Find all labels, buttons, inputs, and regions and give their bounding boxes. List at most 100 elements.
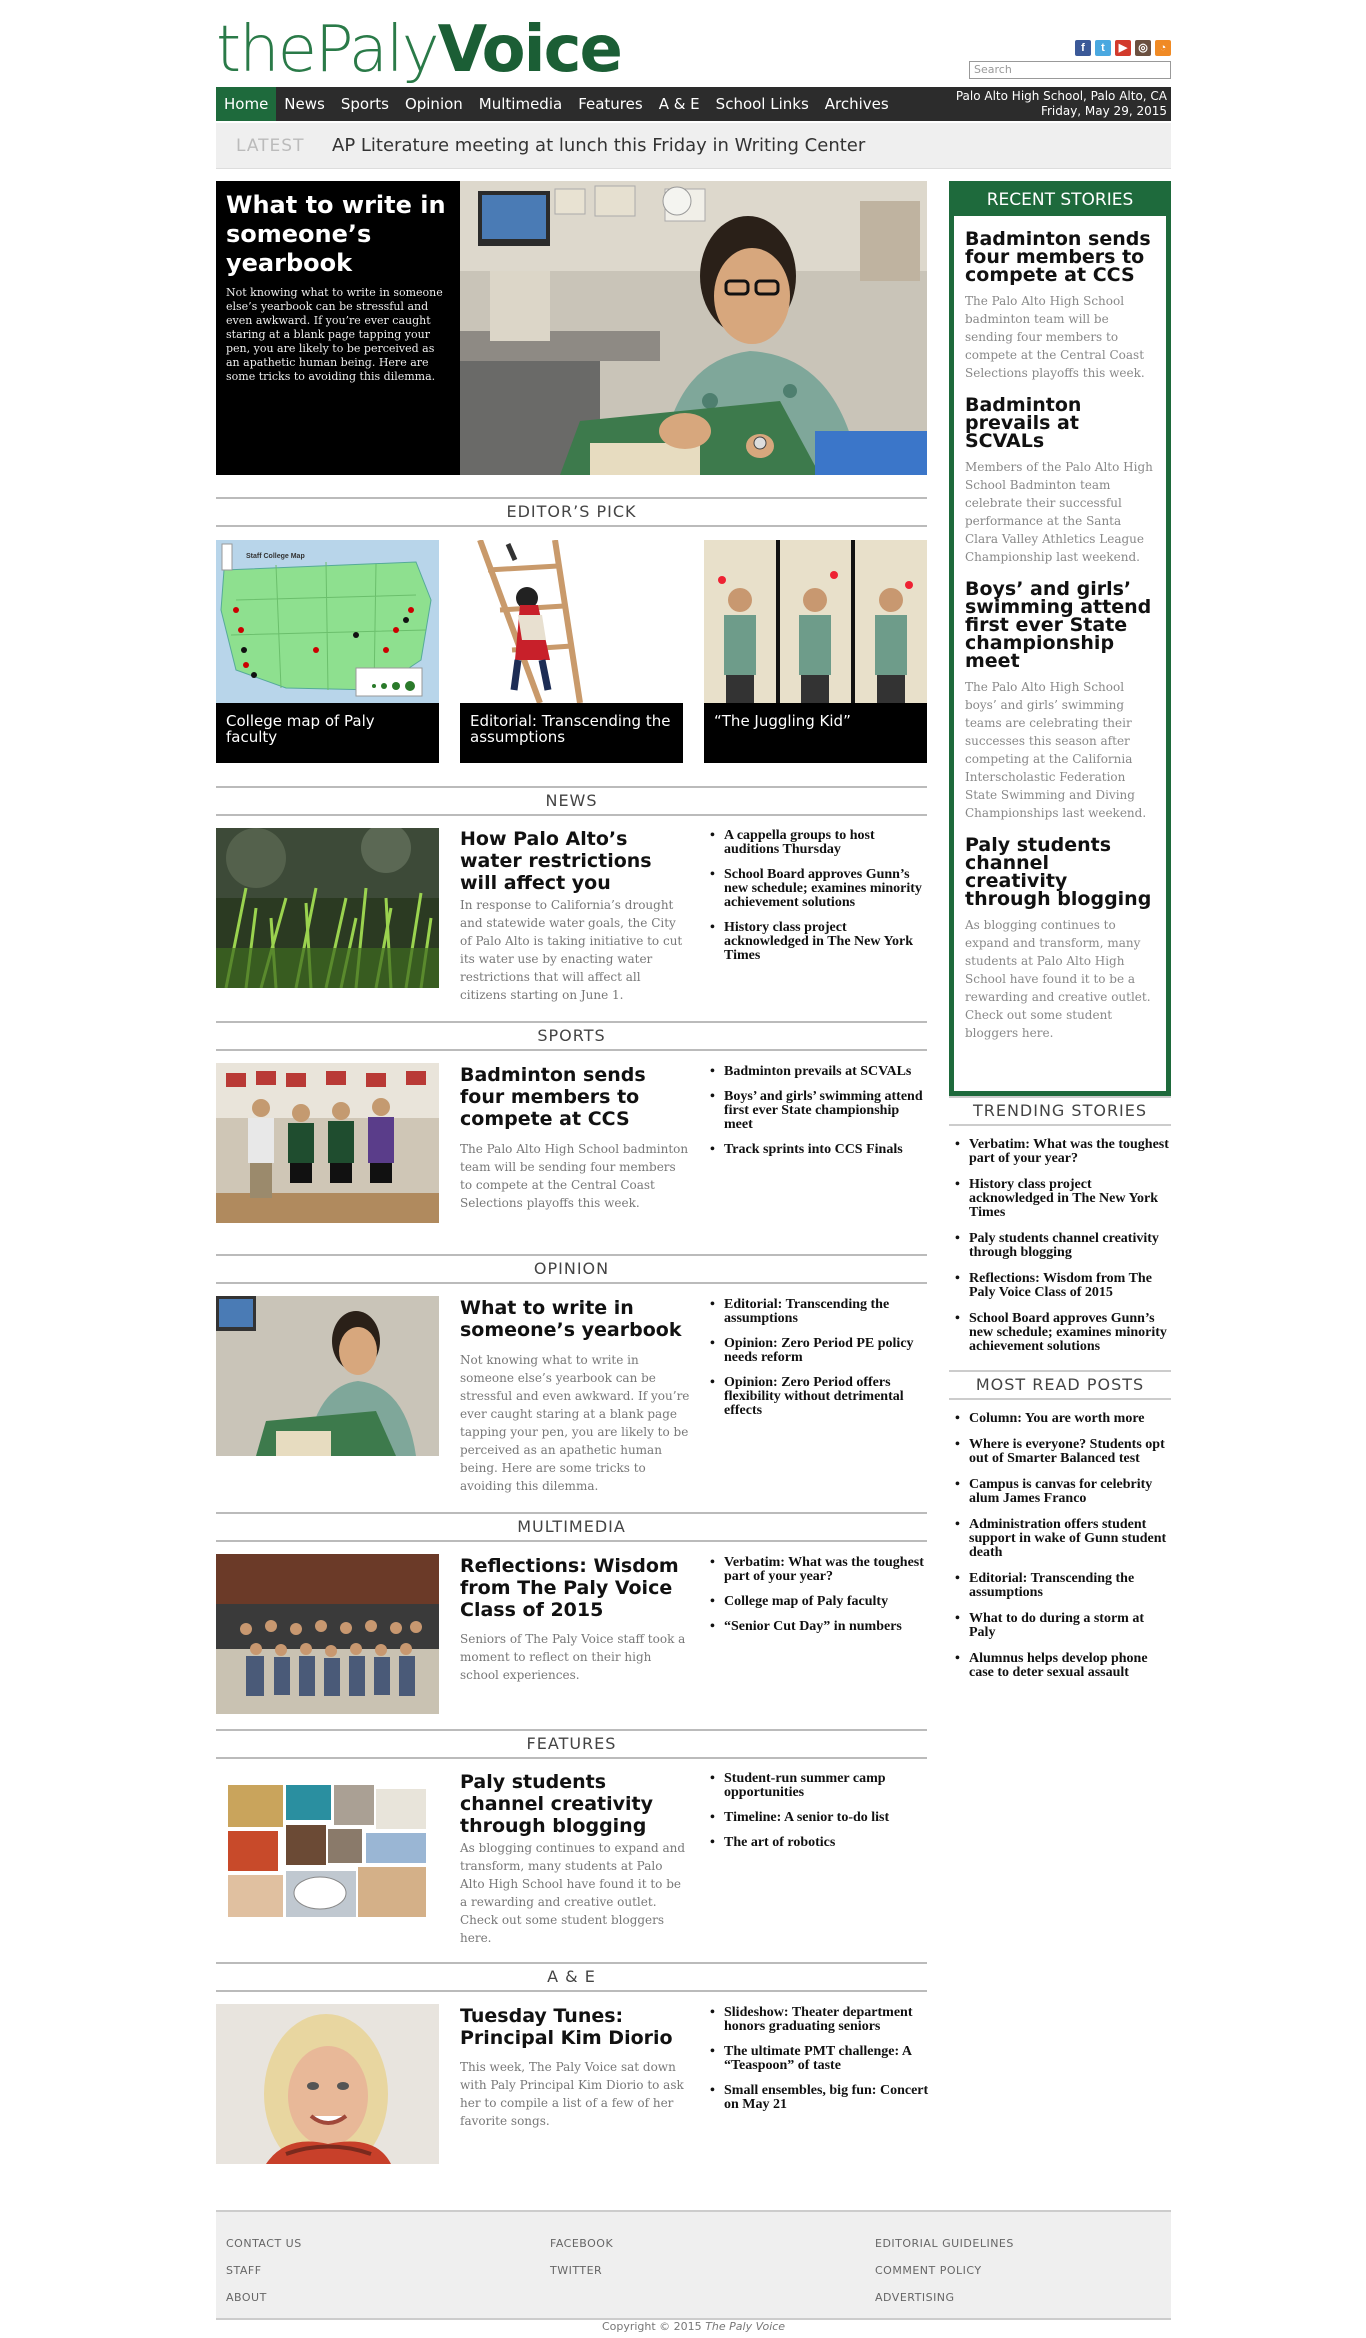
copyright-prefix: Copyright © 2015 <box>601 2320 702 2333</box>
trending-list: Verbatim: What was the toughest part of … <box>949 1138 1171 1366</box>
dateline: Palo Alto High School, Palo Alto, CA Fri… <box>956 89 1167 119</box>
multimedia-link[interactable]: “Senior Cut Day” in numbers <box>706 1620 931 1635</box>
opinion-link[interactable]: Opinion: Zero Period offers flexibility … <box>706 1376 931 1418</box>
pick-caption[interactable]: Editorial: Transcending the assumptions <box>460 703 683 763</box>
pick-card-editorial[interactable]: Editorial: Transcending the assumptions <box>460 540 683 763</box>
ae-link[interactable]: The ultimate PMT challenge: A “Teaspoon”… <box>706 2045 931 2073</box>
sports-title[interactable]: Badminton sends four members to compete … <box>460 1064 690 1130</box>
ae-photo[interactable] <box>216 2004 439 2164</box>
facebook-icon[interactable]: f <box>1075 40 1091 56</box>
most-read-item[interactable]: What to do during a storm at Paly <box>949 1612 1171 1640</box>
recent-story[interactable]: Badminton prevails at SCVALs Members of … <box>954 396 1166 566</box>
site-logo[interactable]: thePalyVoice <box>216 13 623 87</box>
rss-icon[interactable]: ◔ <box>1155 40 1171 56</box>
search-input[interactable]: Search <box>969 61 1171 79</box>
footer-link-comment-policy[interactable]: COMMENT POLICY <box>875 2257 1014 2284</box>
footer-link-twitter[interactable]: TWITTER <box>550 2257 613 2284</box>
pick-card-juggling-kid[interactable]: “The Juggling Kid” <box>704 540 927 763</box>
ae-links: Slideshow: Theater department honors gra… <box>706 2006 931 2123</box>
features-photo[interactable] <box>216 1781 439 1921</box>
footer-link-contact[interactable]: CONTACT US <box>226 2230 302 2257</box>
trending-item[interactable]: History class project acknowledged in Th… <box>949 1178 1171 1220</box>
recent-story[interactable]: Paly students channel creativity through… <box>954 836 1166 1042</box>
logo-bold-text: Voice <box>437 13 623 87</box>
recent-story-title[interactable]: Badminton prevails at SCVALs <box>965 396 1155 451</box>
multimedia-link[interactable]: College map of Paly faculty <box>706 1595 931 1610</box>
latest-headline[interactable]: AP Literature meeting at lunch this Frid… <box>332 135 865 156</box>
sports-heading: SPORTS <box>216 1021 927 1051</box>
nav-news[interactable]: News <box>276 87 333 121</box>
features-link[interactable]: The art of robotics <box>706 1836 931 1851</box>
trending-item[interactable]: Reflections: Wisdom from The Paly Voice … <box>949 1272 1171 1300</box>
features-title[interactable]: Paly students channel creativity through… <box>460 1771 690 1837</box>
most-read-item[interactable]: Column: You are worth more <box>949 1412 1171 1427</box>
sports-photo[interactable] <box>216 1063 439 1223</box>
nav-school-links[interactable]: School Links <box>708 87 817 121</box>
news-link[interactable]: History class project acknowledged in Th… <box>706 921 931 963</box>
recent-story[interactable]: Badminton sends four members to compete … <box>954 230 1166 382</box>
footer-link-facebook[interactable]: FACEBOOK <box>550 2230 613 2257</box>
multimedia-links: Verbatim: What was the toughest part of … <box>706 1556 931 1645</box>
ae-summary: This week, The Paly Voice sat down with … <box>460 2060 684 2128</box>
nav-opinion[interactable]: Opinion <box>397 87 471 121</box>
most-read-item[interactable]: Campus is canvas for celebrity alum Jame… <box>949 1478 1171 1506</box>
multimedia-summary: Seniors of The Paly Voice staff took a m… <box>460 1632 686 1682</box>
pick-card-college-map[interactable]: Staff College Map College map of Paly fa… <box>216 540 439 763</box>
youtube-icon[interactable]: ▶ <box>1115 40 1131 56</box>
nav-ae[interactable]: A & E <box>651 87 708 121</box>
opinion-photo[interactable] <box>216 1296 439 1456</box>
most-read-heading: MOST READ POSTS <box>949 1370 1171 1400</box>
pick-caption[interactable]: College map of Paly faculty <box>216 703 439 763</box>
ae-link[interactable]: Slideshow: Theater department honors gra… <box>706 2006 931 2034</box>
recent-story-title[interactable]: Paly students channel creativity through… <box>965 836 1155 909</box>
most-read-item[interactable]: Administration offers student support in… <box>949 1518 1171 1560</box>
features-link[interactable]: Timeline: A senior to-do list <box>706 1811 931 1826</box>
multimedia-title[interactable]: Reflections: Wisdom from The Paly Voice … <box>460 1555 690 1621</box>
hero-photo[interactable] <box>460 181 927 475</box>
twitter-icon[interactable]: t <box>1095 40 1111 56</box>
nav-sports[interactable]: Sports <box>333 87 397 121</box>
recent-story[interactable]: Boys’ and girls’ swimming attend first e… <box>954 580 1166 822</box>
nav-archives[interactable]: Archives <box>817 87 897 121</box>
sports-link[interactable]: Track sprints into CCS Finals <box>706 1143 931 1158</box>
most-read-item[interactable]: Where is everyone? Students opt out of S… <box>949 1438 1171 1466</box>
recent-stories-heading: RECENT STORIES <box>954 186 1166 216</box>
instagram-icon[interactable]: ◎ <box>1135 40 1151 56</box>
ae-link[interactable]: Small ensembles, big fun: Concert on May… <box>706 2084 931 2112</box>
most-read-item[interactable]: Alumnus helps develop phone case to dete… <box>949 1652 1171 1680</box>
ae-title[interactable]: Tuesday Tunes: Principal Kim Diorio <box>460 2005 690 2049</box>
opinion-link[interactable]: Opinion: Zero Period PE policy needs ref… <box>706 1337 931 1365</box>
most-read-item[interactable]: Editorial: Transcending the assumptions <box>949 1572 1171 1600</box>
most-read-list: Column: You are worth more Where is ever… <box>949 1412 1171 1692</box>
hero-story[interactable]: What to write in someone’s yearbook Not … <box>216 181 927 475</box>
multimedia-link[interactable]: Verbatim: What was the toughest part of … <box>706 1556 931 1584</box>
trending-item[interactable]: Paly students channel creativity through… <box>949 1232 1171 1260</box>
footer-link-editorial-guidelines[interactable]: EDITORIAL GUIDELINES <box>875 2230 1014 2257</box>
recent-story-title[interactable]: Boys’ and girls’ swimming attend first e… <box>965 580 1155 671</box>
recent-story-summary: Members of the Palo Alto High School Bad… <box>965 460 1153 564</box>
nav-home[interactable]: Home <box>216 87 277 121</box>
news-title[interactable]: How Palo Alto’s water restrictions will … <box>460 828 690 894</box>
trending-item[interactable]: School Board approves Gunn’s new schedul… <box>949 1312 1171 1354</box>
sports-link[interactable]: Boys’ and girls’ swimming attend first e… <box>706 1090 931 1132</box>
hero-title[interactable]: What to write in someone’s yearbook <box>226 191 450 278</box>
features-links: Student-run summer camp opportunities Ti… <box>706 1772 931 1861</box>
footer-link-staff[interactable]: STAFF <box>226 2257 302 2284</box>
pick-caption[interactable]: “The Juggling Kid” <box>704 703 927 763</box>
opinion-title[interactable]: What to write in someone’s yearbook <box>460 1297 690 1341</box>
features-link[interactable]: Student-run summer camp opportunities <box>706 1772 931 1800</box>
recent-story-title[interactable]: Badminton sends four members to compete … <box>965 230 1155 285</box>
opinion-link[interactable]: Editorial: Transcending the assumptions <box>706 1298 931 1326</box>
multimedia-photo[interactable] <box>216 1554 439 1714</box>
news-link[interactable]: School Board approves Gunn’s new schedul… <box>706 868 931 910</box>
nav-multimedia[interactable]: Multimedia <box>471 87 570 121</box>
sports-link[interactable]: Badminton prevails at SCVALs <box>706 1065 931 1080</box>
dateline-date: Friday, May 29, 2015 <box>1040 104 1167 118</box>
news-photo[interactable] <box>216 828 439 988</box>
nav-features[interactable]: Features <box>570 87 651 121</box>
footer-link-advertising[interactable]: ADVERTISING <box>875 2284 1014 2311</box>
opinion-summary: Not knowing what to write in someone els… <box>460 1353 690 1493</box>
trending-item[interactable]: Verbatim: What was the toughest part of … <box>949 1138 1171 1166</box>
news-link[interactable]: A cappella groups to host auditions Thur… <box>706 829 931 857</box>
footer-link-about[interactable]: ABOUT <box>226 2284 302 2311</box>
